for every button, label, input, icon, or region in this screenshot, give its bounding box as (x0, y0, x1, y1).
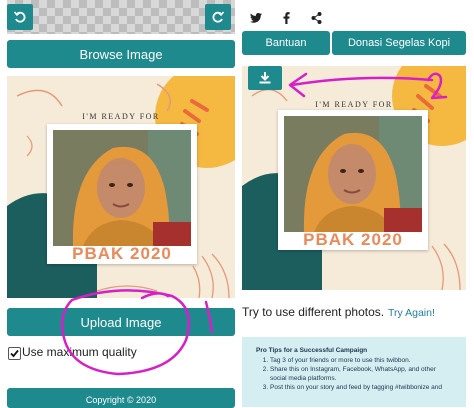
twibbon-title: PBAK 2020 (303, 230, 403, 249)
share-icon[interactable] (311, 12, 322, 24)
max-quality-checkbox[interactable] (8, 347, 21, 360)
twitter-icon[interactable] (250, 13, 262, 23)
twibbon-preview-right: I'M READY FOR PBAK 2020 (242, 66, 466, 290)
pro-tips-title: Pro Tips for a Successful Campaign (256, 347, 368, 354)
user-photo (53, 130, 191, 246)
twibbon-preview-left: I'M READY FOR PBAK 2020 (7, 76, 235, 298)
tip-item: Tag 3 of your friends or more to use thi… (270, 356, 452, 365)
pro-tips-panel: Pro Tips for a Successful Campaign Tag 3… (242, 337, 466, 407)
upload-image-button[interactable]: Upload Image (7, 308, 235, 336)
transparent-preview-strip (7, 0, 235, 34)
pro-tips-list: Tag 3 of your friends or more to use thi… (256, 356, 452, 392)
download-button[interactable] (248, 66, 282, 90)
donasi-button[interactable]: Donasi Segelas Kopi (332, 31, 466, 55)
twibbon-title: PBAK 2020 (72, 244, 172, 263)
user-photo (284, 116, 422, 232)
rotate-left-icon (13, 11, 26, 23)
max-quality-label: Use maximum quality (22, 345, 137, 359)
portrait-image (53, 130, 191, 246)
twibbon-tagline: I'M READY FOR (315, 100, 393, 109)
rotate-left-button[interactable] (7, 4, 33, 30)
photo-frame: PBAK 2020 (47, 124, 197, 264)
tip-item: Share this on Instagram, Facebook, Whats… (270, 365, 452, 383)
tip-item: Post this on your story and feed by tagg… (270, 383, 452, 392)
twibbon-tagline: I'M READY FOR (82, 112, 160, 121)
retry-prompt: Try to use different photos. (242, 305, 385, 319)
browse-image-button[interactable]: Browse Image (7, 40, 235, 68)
facebook-icon[interactable] (283, 12, 290, 24)
footer-bar: Copyright © 2020 (7, 388, 235, 408)
photo-frame: PBAK 2020 (278, 110, 428, 250)
bantuan-button[interactable]: Bantuan (242, 31, 330, 55)
rotate-right-button[interactable] (205, 4, 231, 30)
check-icon (10, 349, 19, 358)
copyright-text: Copyright © 2020 (85, 395, 157, 405)
try-again-link[interactable]: Try Again! (388, 307, 435, 319)
rotate-right-icon (212, 11, 225, 23)
portrait-image (284, 116, 422, 232)
download-icon (259, 72, 271, 84)
